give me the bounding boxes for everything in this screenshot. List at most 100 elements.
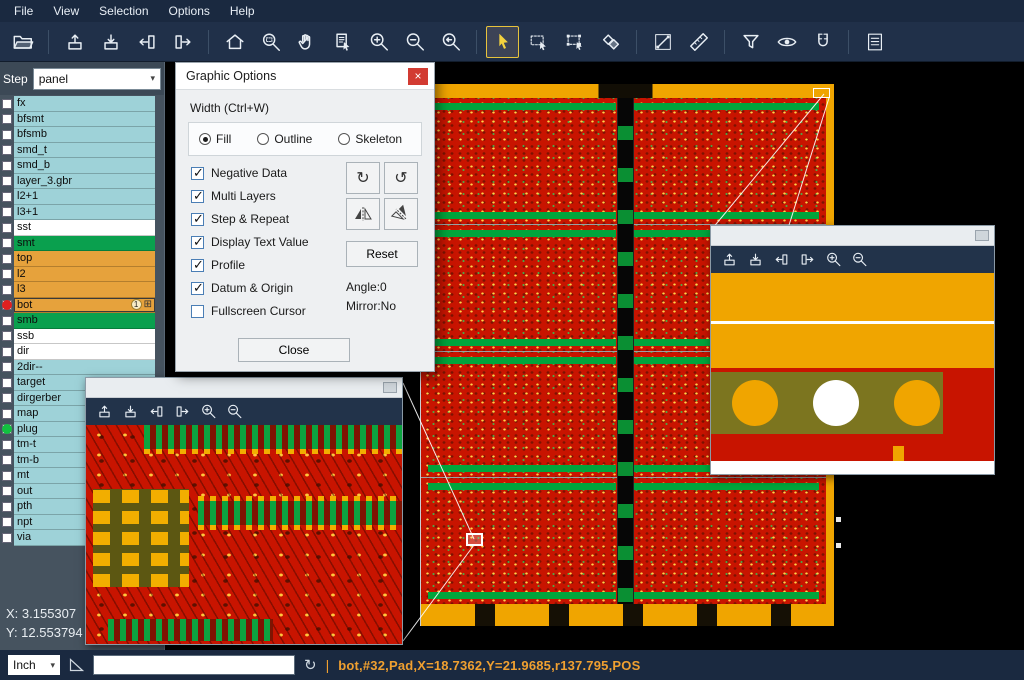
dialog-close-icon[interactable]: × bbox=[408, 68, 428, 85]
layer-name-cell[interactable]: smd_b bbox=[14, 158, 155, 174]
layer-name-cell[interactable]: bfsmb bbox=[14, 127, 155, 143]
layer-row[interactable]: smb bbox=[0, 313, 164, 329]
menu-item[interactable]: Selection bbox=[89, 2, 158, 20]
select-rect-button[interactable] bbox=[522, 26, 555, 58]
layer-name-cell[interactable]: smb bbox=[14, 313, 155, 329]
menu-item[interactable]: File bbox=[4, 2, 43, 20]
filter-button[interactable] bbox=[734, 26, 767, 58]
layer-row[interactable]: smd_b bbox=[0, 158, 164, 174]
layer-name-cell[interactable]: ssb bbox=[14, 329, 155, 345]
rotate-ccw-button[interactable]: ↺ bbox=[384, 162, 418, 194]
zoom-out-icon[interactable] bbox=[226, 403, 243, 420]
magnifier1-view[interactable] bbox=[86, 425, 402, 644]
layer-row[interactable]: l2 bbox=[0, 267, 164, 283]
menu-item[interactable]: Options bbox=[159, 2, 220, 20]
measure-ruler-button[interactable] bbox=[682, 26, 715, 58]
layer-row[interactable]: smt bbox=[0, 236, 164, 252]
layer-name-cell[interactable]: l3+1 bbox=[14, 205, 155, 221]
snap-magnet-button[interactable] bbox=[806, 26, 839, 58]
pan-left-icon[interactable] bbox=[773, 251, 790, 268]
close-button[interactable]: Close bbox=[238, 338, 350, 362]
layer-row[interactable]: bfsmt bbox=[0, 112, 164, 128]
select-group-button[interactable] bbox=[558, 26, 591, 58]
pan-right-icon[interactable] bbox=[174, 403, 191, 420]
step-select[interactable]: panel ▾ bbox=[33, 68, 161, 90]
import-down-button[interactable] bbox=[94, 26, 127, 58]
layer-row[interactable]: bfsmb bbox=[0, 127, 164, 143]
zoom-out-icon[interactable] bbox=[851, 251, 868, 268]
layer-row[interactable]: dir bbox=[0, 344, 164, 360]
layer-name-cell[interactable]: l2 bbox=[14, 267, 155, 283]
zoom-in-icon[interactable] bbox=[825, 251, 842, 268]
pan-hand-button[interactable] bbox=[290, 26, 323, 58]
layer-row[interactable]: fx bbox=[0, 96, 164, 112]
overlay-compare-button[interactable] bbox=[594, 26, 627, 58]
layer-name-cell[interactable]: 2dir-- bbox=[14, 360, 155, 376]
width-style-radio[interactable]: Fill bbox=[199, 132, 231, 146]
note-select-button[interactable] bbox=[326, 26, 359, 58]
layer-name-cell[interactable]: bfsmt bbox=[14, 112, 155, 128]
magnifier-window-2[interactable] bbox=[710, 225, 995, 475]
select-cursor-button[interactable] bbox=[486, 26, 519, 58]
import-down-icon[interactable] bbox=[122, 403, 139, 420]
layer-name-cell[interactable]: sst bbox=[14, 220, 155, 236]
rotate-cw-button[interactable]: ↻ bbox=[346, 162, 380, 194]
layer-name-cell[interactable]: fx bbox=[14, 96, 155, 112]
mirror-horizontal-button[interactable] bbox=[346, 198, 380, 230]
reset-button[interactable]: Reset bbox=[346, 241, 418, 267]
layer-row[interactable]: l2+1 bbox=[0, 189, 164, 205]
highlight-eye-button[interactable] bbox=[770, 26, 803, 58]
pan-right-button[interactable] bbox=[166, 26, 199, 58]
command-input[interactable] bbox=[93, 655, 295, 675]
export-up-icon[interactable] bbox=[721, 251, 738, 268]
layer-name-cell[interactable]: bot 1 bbox=[14, 298, 155, 314]
zoom-out-button[interactable] bbox=[398, 26, 431, 58]
unit-select[interactable]: Inch ▾ bbox=[8, 655, 60, 675]
layer-row[interactable]: layer_3.gbr bbox=[0, 174, 164, 190]
layer-name-cell[interactable]: l2+1 bbox=[14, 189, 155, 205]
pan-left-icon[interactable] bbox=[148, 403, 165, 420]
zoom-in-icon[interactable] bbox=[200, 403, 217, 420]
layer-row[interactable]: smd_t bbox=[0, 143, 164, 159]
width-style-radio[interactable]: Outline bbox=[257, 132, 312, 146]
menu-item[interactable]: View bbox=[43, 2, 89, 20]
layer-row[interactable]: l3+1 bbox=[0, 205, 164, 221]
measure-line-button[interactable] bbox=[646, 26, 679, 58]
layer-row[interactable]: sst bbox=[0, 220, 164, 236]
zoom-source-rect-2[interactable] bbox=[813, 88, 830, 98]
layer-row[interactable]: top bbox=[0, 251, 164, 267]
zoom-previous-button[interactable] bbox=[434, 26, 467, 58]
dialog-titlebar[interactable]: Graphic Options × bbox=[176, 63, 434, 90]
layer-row[interactable]: 2dir-- bbox=[0, 360, 164, 376]
zoom-window-button[interactable] bbox=[254, 26, 287, 58]
pan-right-icon[interactable] bbox=[799, 251, 816, 268]
layer-name-cell[interactable]: layer_3.gbr bbox=[14, 174, 155, 190]
menu-item[interactable]: Help bbox=[220, 2, 265, 20]
pan-left-button[interactable] bbox=[130, 26, 163, 58]
open-button[interactable] bbox=[6, 26, 39, 58]
layer-name-cell[interactable]: smt bbox=[14, 236, 155, 252]
zoom-in-button[interactable] bbox=[362, 26, 395, 58]
magnifier-window-1[interactable] bbox=[85, 377, 403, 645]
refresh-icon[interactable]: ↻ bbox=[304, 656, 317, 674]
import-down-icon[interactable] bbox=[747, 251, 764, 268]
layer-row[interactable]: bot 1 bbox=[0, 298, 164, 314]
layer-name-cell[interactable]: l3 bbox=[14, 282, 155, 298]
window-menu-button[interactable] bbox=[383, 382, 397, 393]
magnifier2-view[interactable] bbox=[711, 273, 994, 474]
export-up-button[interactable] bbox=[58, 26, 91, 58]
layer-row[interactable]: ssb bbox=[0, 329, 164, 345]
zoom-source-rect-1[interactable] bbox=[466, 533, 483, 546]
report-button[interactable] bbox=[858, 26, 891, 58]
layer-name-cell[interactable]: top bbox=[14, 251, 155, 267]
layer-name-cell[interactable]: dir bbox=[14, 344, 155, 360]
width-style-radio[interactable]: Skeleton bbox=[338, 132, 402, 146]
export-up-icon[interactable] bbox=[96, 403, 113, 420]
home-button[interactable] bbox=[218, 26, 251, 58]
magnifier2-titlebar[interactable] bbox=[711, 226, 994, 246]
layer-row[interactable]: l3 bbox=[0, 282, 164, 298]
layer-name-cell[interactable]: smd_t bbox=[14, 143, 155, 159]
window-menu-button[interactable] bbox=[975, 230, 989, 241]
magnifier1-titlebar[interactable] bbox=[86, 378, 402, 398]
mirror-diagonal-button[interactable] bbox=[384, 198, 418, 230]
